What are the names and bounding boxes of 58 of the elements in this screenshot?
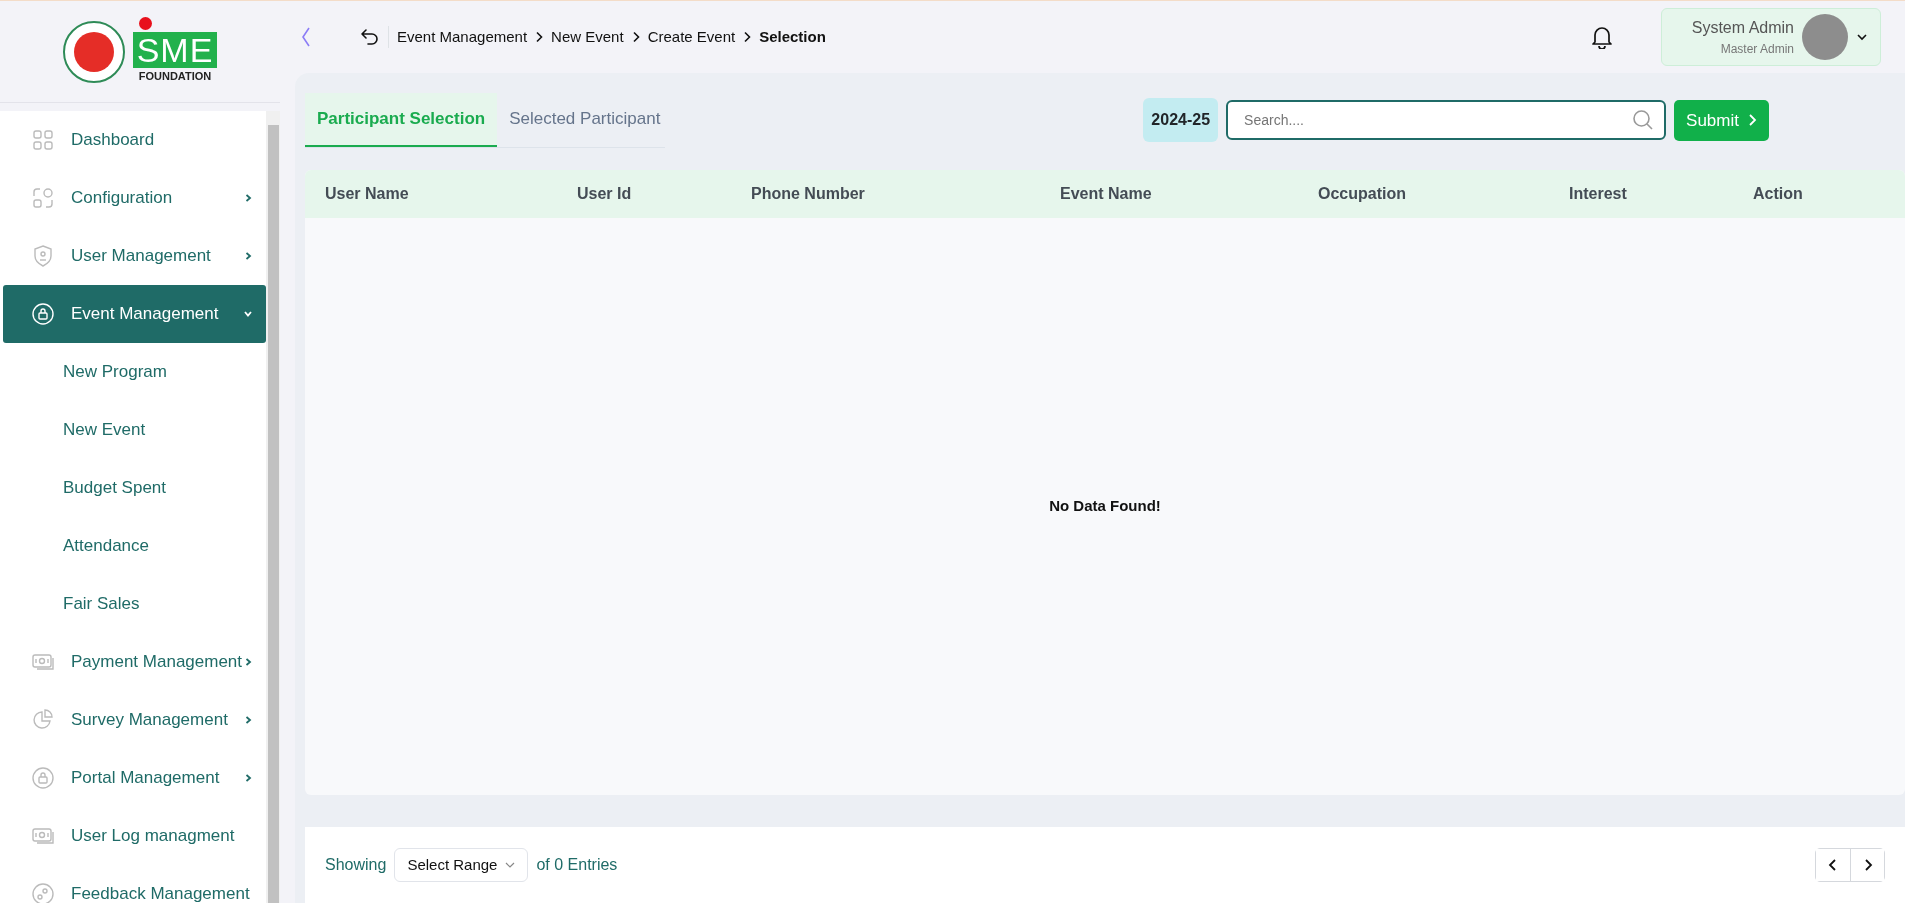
column-header: Event Name [1060, 183, 1153, 204]
avatar [1802, 14, 1848, 60]
sidebar-item[interactable]: Dashboard [3, 111, 266, 169]
chevron-right-icon [535, 31, 544, 43]
sidebar-item[interactable]: Configuration [3, 169, 266, 227]
sidebar-item[interactable]: Event Management [3, 285, 266, 343]
logo-text: SME [132, 32, 218, 69]
range-select[interactable]: Select Range [394, 847, 529, 883]
search-icon[interactable] [1632, 109, 1655, 132]
column-header: Action [1753, 183, 1804, 204]
user-menu[interactable]: System Admin Master Admin [1660, 8, 1881, 66]
dot-icon [138, 17, 152, 31]
chevron-right-icon [1862, 858, 1873, 872]
submenu-item[interactable]: New Event [0, 401, 266, 459]
user-role: Master Admin [1719, 41, 1794, 58]
submenu-item[interactable]: Attendance [0, 517, 266, 575]
sidebar-item[interactable]: Payment Management [3, 633, 266, 691]
back-arrow-icon[interactable] [360, 28, 380, 46]
search-field[interactable]: Search.... [1226, 100, 1667, 141]
bell-icon[interactable] [1590, 25, 1613, 49]
chevron-right-icon [743, 31, 752, 43]
caret-icon [1856, 33, 1868, 41]
entries-label: of 0 Entries [536, 855, 618, 875]
breadcrumb-item[interactable]: Create Event [647, 25, 736, 49]
sidebar-item[interactable]: User Log managment [3, 807, 266, 865]
column-header: User Id [577, 183, 633, 204]
breadcrumb-item: Selection [759, 26, 826, 47]
lock-icon [31, 302, 55, 326]
column-header: User Name [325, 183, 410, 204]
chevron-right-icon [631, 31, 640, 43]
column-header: Phone Number [751, 183, 866, 204]
breadcrumb-item[interactable]: New Event [551, 25, 624, 49]
fiscal-year-badge: 2024-25 [1143, 98, 1219, 143]
collapse-chevron-icon[interactable] [300, 26, 312, 48]
lock-icon [31, 766, 55, 790]
sidebar-item[interactable]: Feedback Management [3, 865, 266, 903]
logo-caption: FOUNDATION [138, 69, 212, 85]
sidebar-item[interactable]: Portal Management [3, 749, 266, 807]
column-header: Occupation [1318, 183, 1407, 204]
shield-icon [31, 244, 55, 268]
empty-message: No Data Found! [1049, 496, 1161, 516]
submenu-item[interactable]: Budget Spent [0, 459, 266, 517]
tab[interactable]: Selected Participant [497, 93, 673, 147]
submenu-item[interactable]: Fair Sales [0, 575, 266, 633]
submenu-item[interactable]: New Program [0, 343, 266, 401]
user-name: System Admin [1691, 18, 1794, 38]
sidebar-item[interactable]: User Management [3, 227, 266, 285]
grid-icon [31, 128, 55, 152]
chevron-left-icon [1828, 858, 1838, 872]
sidebar-item[interactable]: Survey Management [3, 691, 266, 749]
pie-chart-icon [31, 708, 55, 732]
next-page-button[interactable] [1850, 849, 1884, 881]
showing-label: Showing [325, 855, 387, 875]
scrollbar[interactable] [266, 111, 280, 903]
column-header: Interest [1569, 183, 1628, 204]
chevron-right-icon [1747, 113, 1757, 128]
breadcrumb-item[interactable]: Event Management [397, 25, 528, 49]
caret-icon [505, 862, 516, 868]
